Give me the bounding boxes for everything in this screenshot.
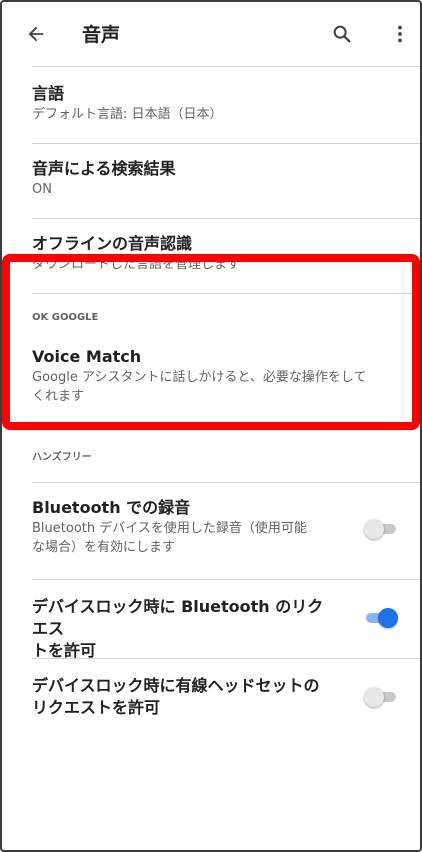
- toggle-thumb: [364, 519, 384, 539]
- setting-title: Bluetooth での録音: [32, 498, 191, 517]
- lock-bluetooth-request-setting[interactable]: デバイスロック時に Bluetooth のリクエス トを許可: [2, 580, 420, 660]
- language-setting[interactable]: 言語 デフォルト言語: 日本語（日本）: [2, 67, 420, 143]
- setting-summary-line: Bluetooth デバイスを使用した録音（使用可能: [32, 521, 307, 536]
- setting-title: オフラインの音声認識: [32, 234, 193, 253]
- setting-summary-line: Google アシスタントに話しかけると、必要な操作をして: [32, 370, 367, 385]
- setting-text: Bluetooth での録音 Bluetooth デバイスを使用した録音（使用可…: [32, 497, 332, 557]
- section-header-ok-google: OK GOOGLE: [32, 312, 99, 323]
- setting-summary: ON: [32, 182, 52, 197]
- lock-wired-headset-request-toggle[interactable]: [364, 687, 396, 707]
- setting-text: デバイスロック時に Bluetooth のリクエス トを許可: [32, 596, 332, 662]
- setting-title: 言語: [32, 84, 65, 103]
- toggle-thumb: [378, 608, 398, 628]
- setting-title-line: リクエストを許可: [32, 698, 161, 717]
- setting-title-line: デバイスロック時に有線ヘッドセットの: [32, 676, 320, 695]
- page-title: 音声: [82, 24, 121, 46]
- setting-summary-line: くれます: [32, 389, 85, 404]
- back-arrow-icon[interactable]: [18, 16, 54, 52]
- settings-list: 言語 デフォルト言語: 日本語（日本） 音声による検索結果 ON オフラインの音…: [2, 66, 420, 739]
- search-icon[interactable]: [324, 16, 360, 52]
- voice-search-results-setting[interactable]: 音声による検索結果 ON: [2, 144, 420, 218]
- setting-title: Voice Match: [32, 347, 142, 366]
- more-vert-icon[interactable]: [382, 16, 418, 52]
- setting-title-line: デバイスロック時に Bluetooth のリクエス: [32, 597, 324, 638]
- setting-summary-line: な場合）を有効にします: [32, 540, 176, 555]
- app-bar: 音声: [2, 2, 420, 66]
- section-header-handsfree: ハンズフリー: [32, 452, 92, 463]
- toggle-thumb: [364, 687, 384, 707]
- lock-wired-headset-request-setting[interactable]: デバイスロック時に有線ヘッドセットの リクエストを許可: [2, 659, 420, 739]
- lock-bluetooth-request-toggle[interactable]: [366, 608, 398, 628]
- bluetooth-recording-setting[interactable]: Bluetooth での録音 Bluetooth デバイスを使用した録音（使用可…: [2, 483, 420, 579]
- offline-speech-recognition-setting[interactable]: オフラインの音声認識 ダウンロードした言語を管理します: [2, 219, 420, 293]
- setting-text: デバイスロック時に有線ヘッドセットの リクエストを許可: [32, 675, 332, 719]
- setting-title: 音声による検索結果: [32, 159, 176, 178]
- setting-summary: デフォルト言語: 日本語（日本）: [32, 107, 223, 122]
- setting-summary: ダウンロードした言語を管理します: [32, 257, 241, 272]
- voice-match-setting[interactable]: Voice Match Google アシスタントに話しかけると、必要な操作をし…: [2, 332, 420, 444]
- settings-screen: 音声 言語 デフォルト言語: 日本語（日本） 音声による検索結果 ON オフライ…: [0, 0, 422, 852]
- bluetooth-recording-toggle[interactable]: [364, 519, 396, 539]
